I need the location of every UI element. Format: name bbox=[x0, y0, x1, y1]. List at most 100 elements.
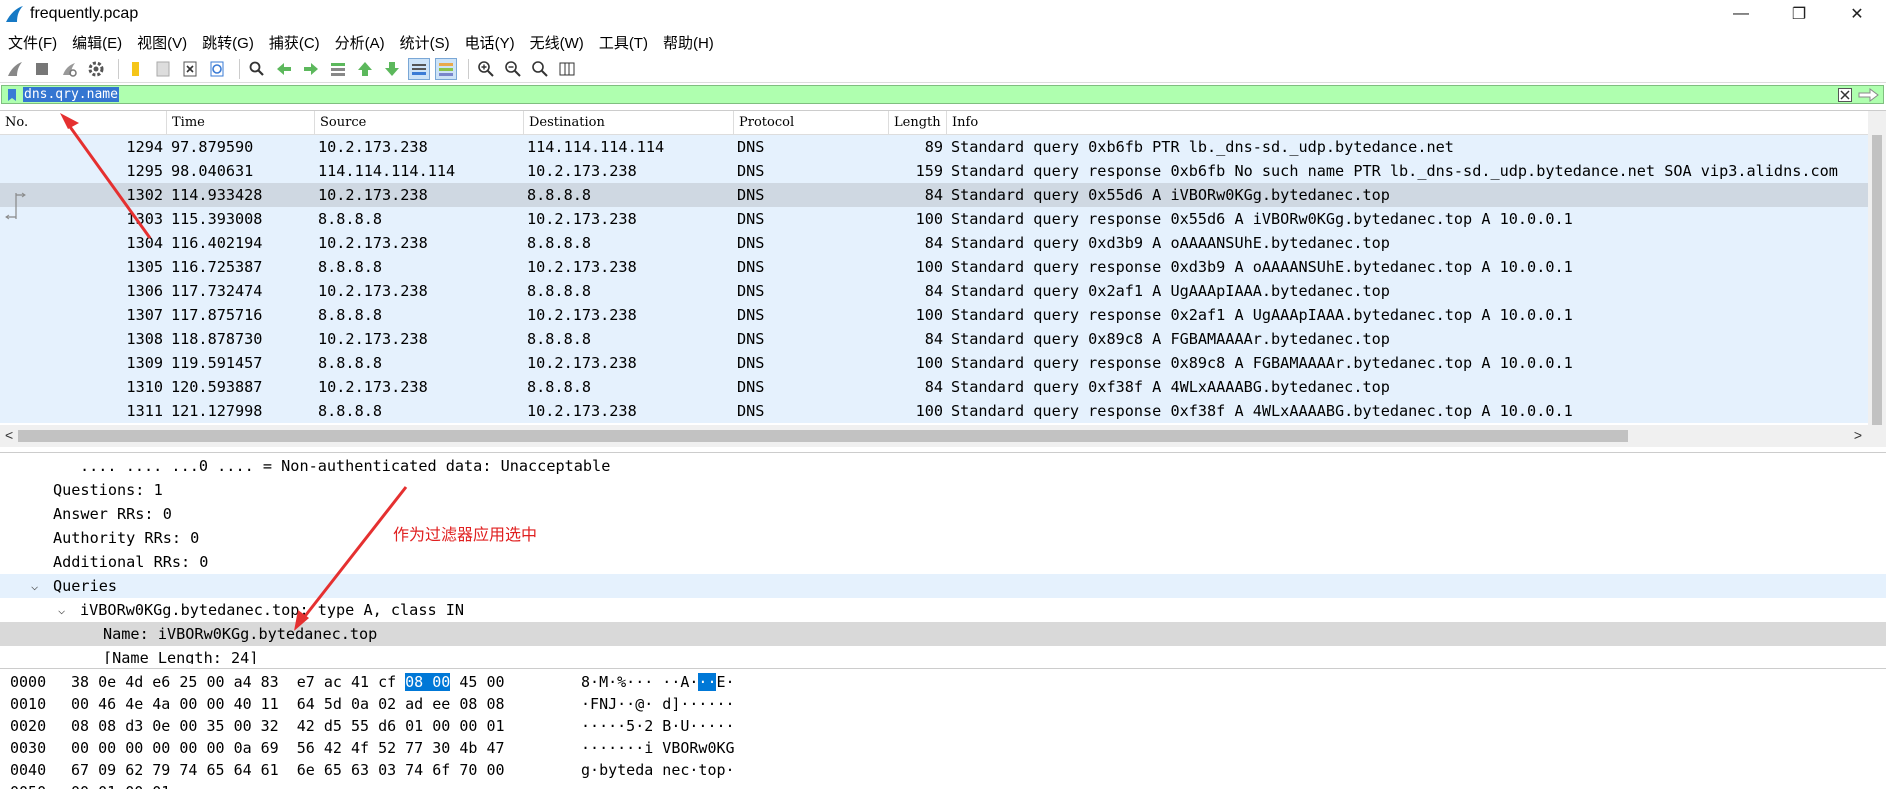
hex-byte[interactable]: 00 bbox=[179, 717, 197, 735]
hex-byte[interactable]: 61 bbox=[261, 761, 279, 779]
hex-byte[interactable]: 67 bbox=[71, 761, 89, 779]
menu-item-10[interactable]: 帮助(H) bbox=[655, 32, 721, 53]
menu-item-8[interactable]: 无线(W) bbox=[522, 32, 591, 53]
zoom-in-icon[interactable] bbox=[475, 58, 497, 80]
resize-columns-icon[interactable] bbox=[556, 58, 578, 80]
close-file-icon[interactable] bbox=[179, 58, 201, 80]
scroll-thumb[interactable] bbox=[18, 430, 1628, 442]
detail-tree-row[interactable]: Questions: 1 bbox=[0, 478, 1886, 502]
clear-filter-icon[interactable] bbox=[1837, 87, 1853, 102]
column-header-source[interactable]: Source bbox=[315, 111, 524, 134]
hex-byte[interactable]: 03 bbox=[378, 761, 396, 779]
hex-byte[interactable]: 4e bbox=[125, 695, 143, 713]
detail-tree-row[interactable]: Authority RRs: 0 bbox=[0, 526, 1886, 550]
hex-byte[interactable]: 01 bbox=[152, 783, 170, 789]
first-packet-icon[interactable] bbox=[354, 58, 376, 80]
expand-chevron-icon[interactable]: ⌵ bbox=[31, 574, 38, 598]
menu-item-6[interactable]: 统计(S) bbox=[392, 32, 457, 53]
column-header-destination[interactable]: Destination bbox=[524, 111, 734, 134]
hex-byte[interactable]: 64 bbox=[297, 695, 315, 713]
detail-tree-row[interactable]: Name: iVBORw0KGg.bytedanec.top bbox=[0, 622, 1886, 646]
ascii-bytes[interactable]: ·······i VBORw0KG bbox=[581, 737, 735, 759]
column-header-protocol[interactable]: Protocol bbox=[734, 111, 889, 134]
hex-byte[interactable]: e7 bbox=[297, 673, 315, 691]
hex-byte[interactable]: 0a bbox=[234, 739, 252, 757]
hex-bytes[interactable]: 00 01 00 01 bbox=[71, 781, 170, 789]
ascii-bytes[interactable]: g·byteda nec·top· bbox=[581, 759, 735, 781]
hex-byte[interactable]: 63 bbox=[351, 761, 369, 779]
hex-byte[interactable]: 00 bbox=[432, 717, 450, 735]
hex-byte[interactable]: 4d bbox=[125, 673, 143, 691]
reload-icon[interactable] bbox=[206, 58, 228, 80]
hex-byte[interactable]: 69 bbox=[261, 739, 279, 757]
hex-byte[interactable]: d6 bbox=[378, 717, 396, 735]
hex-byte[interactable]: 0e bbox=[152, 717, 170, 735]
hex-byte[interactable]: 00 bbox=[98, 739, 116, 757]
hex-byte[interactable]: 00 bbox=[206, 739, 224, 757]
hex-byte[interactable]: ac bbox=[324, 673, 342, 691]
hex-byte[interactable]: 74 bbox=[405, 761, 423, 779]
options-gear-icon[interactable] bbox=[85, 58, 107, 80]
packet-list-vertical-scrollbar[interactable] bbox=[1868, 111, 1886, 429]
hex-byte[interactable]: 45 bbox=[459, 673, 477, 691]
hex-byte[interactable]: 08 bbox=[459, 695, 477, 713]
hex-byte[interactable]: 02 bbox=[378, 695, 396, 713]
ascii-bytes[interactable]: ·FNJ··@· d]······ bbox=[581, 693, 735, 715]
hex-byte[interactable]: 00 bbox=[125, 739, 143, 757]
hex-byte[interactable]: d5 bbox=[324, 717, 342, 735]
hex-byte[interactable]: 32 bbox=[261, 717, 279, 735]
detail-tree-row[interactable]: Answer RRs: 0 bbox=[0, 502, 1886, 526]
packet-row[interactable]: 1311 121.127998 8.8.8.8 10.2.173.238 DNS 100 S… bbox=[0, 399, 1868, 423]
hex-byte[interactable]: 6e bbox=[297, 761, 315, 779]
menu-item-4[interactable]: 捕获(C) bbox=[261, 32, 327, 53]
ascii-bytes[interactable]: ···· bbox=[581, 781, 617, 789]
hex-byte[interactable]: ad bbox=[405, 695, 423, 713]
go-to-packet-icon[interactable] bbox=[327, 58, 349, 80]
expand-chevron-icon[interactable]: ⌵ bbox=[58, 598, 65, 622]
detail-tree-row[interactable]: ⌵ iVBORw0KGg.bytedanec.top: type A, class… bbox=[0, 598, 1886, 622]
hex-byte[interactable]: 00 bbox=[71, 739, 89, 757]
hex-byte[interactable]: 00 bbox=[152, 739, 170, 757]
hex-byte[interactable]: e6 bbox=[152, 673, 170, 691]
hex-byte[interactable]: 01 bbox=[486, 717, 504, 735]
column-header-time[interactable]: Time bbox=[167, 111, 315, 134]
scroll-left-icon[interactable]: < bbox=[5, 427, 13, 443]
hex-byte[interactable]: 00 bbox=[206, 673, 224, 691]
hex-byte[interactable]: 65 bbox=[206, 761, 224, 779]
hex-byte[interactable]: 56 bbox=[297, 739, 315, 757]
hex-byte[interactable]: 4b bbox=[459, 739, 477, 757]
stop-square-icon[interactable] bbox=[31, 58, 53, 80]
hex-byte[interactable]: 00 bbox=[206, 695, 224, 713]
hex-byte[interactable]: 00 bbox=[234, 717, 252, 735]
column-header-no[interactable]: No. bbox=[0, 111, 167, 134]
packet-row[interactable]: 1308 118.878730 10.2.173.238 8.8.8.8 DNS 84 St… bbox=[0, 327, 1868, 351]
hex-byte[interactable]: d3 bbox=[125, 717, 143, 735]
hex-byte[interactable]: 11 bbox=[261, 695, 279, 713]
hex-byte[interactable]: 08 bbox=[71, 717, 89, 735]
hex-byte[interactable]: cf bbox=[378, 673, 396, 691]
column-header-length[interactable]: Length bbox=[889, 111, 947, 134]
hex-byte[interactable]: a4 bbox=[234, 673, 252, 691]
hex-byte[interactable]: 52 bbox=[378, 739, 396, 757]
hex-byte[interactable]: 35 bbox=[206, 717, 224, 735]
hex-byte[interactable]: 6f bbox=[432, 761, 450, 779]
hex-byte[interactable]: 01 bbox=[98, 783, 116, 789]
ascii-bytes[interactable]: ·····5·2 B·U····· bbox=[581, 715, 735, 737]
minimize-button[interactable]: — bbox=[1712, 0, 1770, 28]
hex-byte[interactable]: 0a bbox=[351, 695, 369, 713]
hex-bytes[interactable]: 00 46 4e 4a 00 00 40 11 64 5d 0a 02 ad e… bbox=[71, 693, 505, 715]
packet-row[interactable]: 1302 114.933428 10.2.173.238 8.8.8.8 DNS 84 St… bbox=[0, 183, 1868, 207]
packet-row[interactable]: 1306 117.732474 10.2.173.238 8.8.8.8 DNS 84 St… bbox=[0, 279, 1868, 303]
zoom-out-icon[interactable] bbox=[502, 58, 524, 80]
bookmark-icon[interactable] bbox=[5, 87, 19, 102]
scroll-thumb[interactable] bbox=[1872, 135, 1882, 425]
hex-byte[interactable]: 25 bbox=[179, 673, 197, 691]
hex-byte[interactable]: 00 bbox=[125, 783, 143, 789]
hex-byte[interactable]: 08 bbox=[486, 695, 504, 713]
hex-byte[interactable]: 40 bbox=[234, 695, 252, 713]
hex-byte[interactable]: 38 bbox=[71, 673, 89, 691]
hex-byte[interactable]: 47 bbox=[486, 739, 504, 757]
packet-row[interactable]: 1303 115.393008 8.8.8.8 10.2.173.238 DNS 100 S… bbox=[0, 207, 1868, 231]
menu-item-3[interactable]: 跳转(G) bbox=[194, 32, 261, 53]
packet-row[interactable]: 1304 116.402194 10.2.173.238 8.8.8.8 DNS 84 St… bbox=[0, 231, 1868, 255]
